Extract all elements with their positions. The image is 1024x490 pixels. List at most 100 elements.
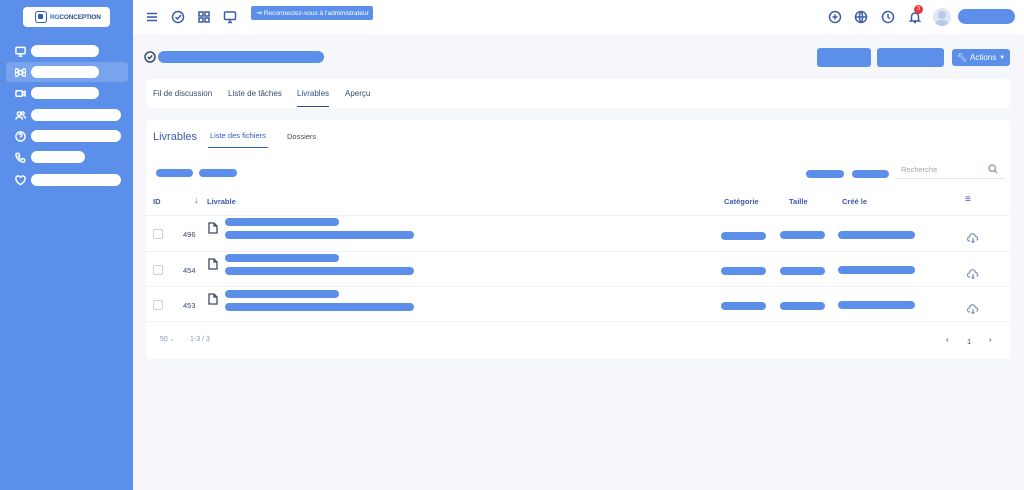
login-icon: ⇥ [256,10,262,17]
sidebar-item-6[interactable] [6,147,128,167]
row-id: 454 [183,266,196,275]
menu-icon[interactable] [145,10,159,24]
globe-icon[interactable] [854,10,868,24]
bell-icon[interactable]: 3 [908,5,923,24]
sidebar-item-label [31,151,85,163]
livrable-name[interactable] [225,254,339,262]
filter-button-1[interactable] [156,169,193,177]
cloud-download-icon[interactable] [966,230,979,244]
row-id: 496 [183,230,196,239]
livrable-description [225,231,414,239]
sidebar-item-label [31,174,121,186]
livrable-name[interactable] [225,290,339,298]
cloud-download-icon[interactable] [966,266,979,280]
logo-text: RGCONCEPTION [50,13,101,21]
table-row[interactable]: 496 [146,215,1010,249]
tab-apercu[interactable]: Aperçu [345,80,370,107]
tab-livrables[interactable]: Livrables [297,80,330,107]
monitor-icon[interactable] [223,10,237,24]
subtab-liste-des-fichiers[interactable]: Liste des fichiers [208,124,268,148]
sidebar-item-1[interactable] [6,41,128,61]
sidebar-item-3[interactable] [6,83,128,103]
header-button-2[interactable] [877,48,944,67]
sidebar-item-4[interactable] [6,105,128,125]
prev-page-icon[interactable]: ‹ [946,335,949,344]
chevron-down-icon: ⌄ [169,337,175,343]
table-row[interactable]: 454 [146,251,1010,285]
row-taille [780,302,825,310]
video-icon [14,87,26,99]
column-header-categorie[interactable]: Catégorie [724,197,759,206]
monitor-icon [14,45,26,57]
row-categorie [721,302,766,310]
sidebar-item-label [31,130,121,142]
column-header-cree-le[interactable]: Créé le [842,197,867,206]
search-icon [988,164,998,174]
sidebar-item-label [31,87,99,99]
wrench-icon: 🔧︎ [956,53,967,62]
row-checkbox[interactable] [153,229,163,239]
phone-icon [14,151,26,163]
row-cree-le [838,301,915,309]
row-cree-le [838,266,915,274]
table-footer-divider [146,321,1010,322]
actions-button[interactable]: 🔧︎ Actions ▼ [952,49,1010,66]
row-taille [780,231,825,239]
logo-icon [35,11,47,23]
columns-menu-icon[interactable]: ≡ [965,194,971,205]
livrable-name[interactable] [225,218,339,226]
toolbar-button-1[interactable] [806,170,844,178]
row-taille [780,267,825,275]
clock-icon[interactable] [881,10,895,24]
actions-label: Actions [969,53,997,62]
subtab-dossiers[interactable]: Dossiers [287,124,316,148]
row-checkbox[interactable] [153,265,163,275]
column-header-livrable[interactable]: Livrable [207,197,236,206]
cloud-download-icon[interactable] [966,301,979,315]
page-size-select[interactable]: 50 ⌄ [160,336,175,343]
tab-fil-de-discussion[interactable]: Fil de discussion [153,80,212,107]
row-checkbox[interactable] [153,300,163,310]
search-placeholder: Recherche [901,164,938,174]
sidebar-item-5[interactable] [6,126,128,146]
notification-badge: 3 [914,5,923,14]
tab-liste-de-taches[interactable]: Liste de tâches [228,80,282,107]
logo[interactable]: RGCONCEPTION [23,7,110,27]
topbar: ⇥ Reconnectez-vous à l'administrateur 3 [133,0,1024,34]
sidebar-item-7[interactable] [6,170,128,190]
avatar[interactable] [933,8,951,26]
sort-arrow-down-icon[interactable]: ↓ [194,195,199,205]
add-circle-icon[interactable] [828,10,842,24]
sidebar: RGCONCEPTION [0,0,133,490]
search-input[interactable]: Recherche [895,160,1005,179]
next-page-icon[interactable]: › [989,335,992,344]
row-categorie [721,232,766,240]
row-cree-le [838,231,915,239]
check-circle-icon [144,50,156,63]
file-icon [208,257,218,270]
column-header-taille[interactable]: Taille [789,197,808,206]
sidebar-item-2[interactable] [6,62,128,82]
file-icon [208,221,218,234]
toolbar-button-2[interactable] [852,170,889,178]
file-icon [208,292,218,305]
users-icon [14,109,26,121]
current-page[interactable]: 1 [967,337,971,346]
table-row[interactable]: 453 [146,286,1010,320]
column-header-id[interactable]: ID [153,197,161,206]
sidebar-item-label [31,109,121,121]
check-circle-icon[interactable] [171,10,185,24]
caret-down-icon: ▼ [999,54,1006,61]
header-button-1[interactable] [817,48,871,67]
page-title [158,51,324,63]
help-icon [14,130,26,142]
row-categorie [721,267,766,275]
reconnect-admin-button[interactable]: ⇥ Reconnectez-vous à l'administrateur [251,6,373,20]
heart-icon [14,174,26,186]
page-size-value: 50 [160,336,168,343]
user-name[interactable] [958,9,1015,24]
reconnect-label: Reconnectez-vous à l'administrateur [263,9,369,17]
filter-button-2[interactable] [199,169,237,177]
livrable-description [225,303,414,311]
grid-icon[interactable] [197,10,211,24]
